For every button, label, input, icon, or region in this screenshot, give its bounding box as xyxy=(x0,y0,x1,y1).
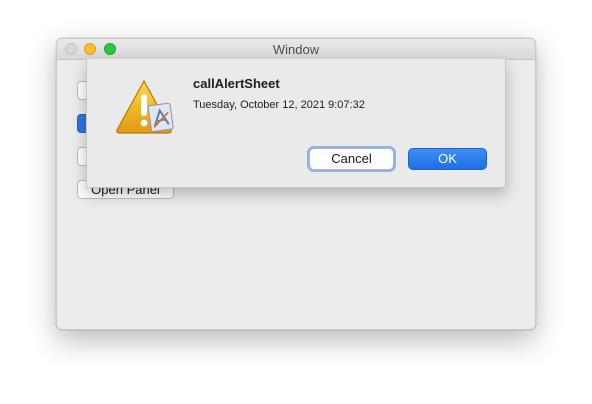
title-bar[interactable]: Window xyxy=(57,39,535,60)
caution-warning-icon xyxy=(112,76,176,140)
alert-sheet: callAlertSheet Tuesday, October 12, 2021… xyxy=(86,59,506,188)
window-title: Window xyxy=(272,42,320,57)
ok-button[interactable]: OK xyxy=(408,148,487,170)
alert-title: callAlertSheet xyxy=(193,76,280,91)
alert-message: Tuesday, October 12, 2021 9:07:32 xyxy=(193,99,365,111)
cancel-button[interactable]: Cancel xyxy=(309,148,394,170)
